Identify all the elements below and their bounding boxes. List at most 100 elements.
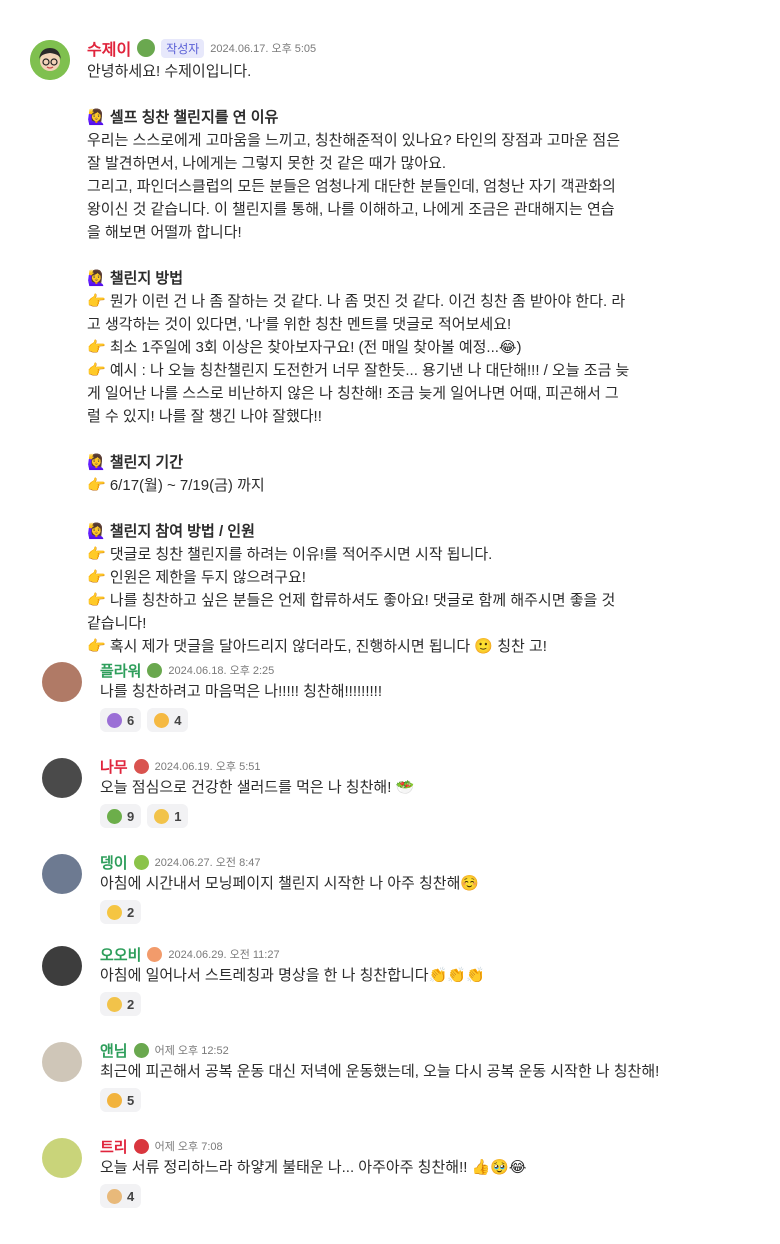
- author-avatar[interactable]: [30, 40, 70, 80]
- section-heading: 🙋‍♀️ 셀프 칭찬 챌린지를 연 이유: [87, 109, 279, 126]
- reaction-button[interactable]: 6: [100, 708, 142, 732]
- comment-body: 앤님 어제 오후 12:52 최근에 피곤해서 공복 운동 대신 저녁에 운동했는데…: [100, 1040, 760, 1112]
- post-line: 👉 나를 칭찬하고 싶은 분들은 언제 합류하셔도 좋아요! 댓글로 함께 해주…: [87, 592, 616, 609]
- reaction-bar: 91: [100, 804, 760, 828]
- reaction-count: 9: [127, 808, 135, 824]
- reaction-count: 4: [174, 712, 182, 728]
- commenter-name[interactable]: 트리: [100, 1136, 128, 1157]
- comment-timestamp: 2024.06.29. 오전 11:27: [168, 949, 280, 961]
- reaction-bar: 5: [100, 1088, 760, 1112]
- level-badge-icon: [133, 1042, 149, 1058]
- section-heading: 🙋‍♀️ 챌린지 기간: [87, 454, 184, 471]
- thumbs-up-icon: [107, 1188, 122, 1204]
- commenter-avatar[interactable]: [42, 1138, 82, 1178]
- level-badge-icon: [133, 854, 149, 870]
- comment-body: 플라워 2024.06.18. 오후 2:25 나를 칭찬하려고 마음먹은 나!!!…: [100, 660, 760, 732]
- post-body: 수제이 작성자 2024.06.17. 오후 5:05 안녕하세요! 수제이입니…: [87, 36, 727, 658]
- reaction-bar: 64: [100, 708, 760, 732]
- reaction-count: 1: [174, 808, 182, 824]
- level-badge-icon: [133, 1138, 149, 1154]
- level-badge-icon: [147, 662, 163, 678]
- heart-hands-icon: [107, 996, 122, 1012]
- author-name[interactable]: 수제이: [87, 36, 131, 60]
- post-line: 잘 발견하면서, 나에게는 그렇지 못한 것 같은 때가 많아요.: [87, 155, 447, 172]
- post-line: 왕이신 것 같습니다. 이 챌린지를 통해, 나를 이해하고, 나에게 조금은 …: [87, 201, 615, 218]
- comment-header: 오오비 2024.06.29. 오전 11:27: [100, 944, 760, 964]
- post-line: 👉 6/17(월) ~ 7/19(금) 까지: [87, 477, 265, 494]
- comment-timestamp: 어제 오후 7:08: [154, 1141, 223, 1153]
- post-line: 럴 수 있지! 나를 잘 챙긴 나야 잘했다!!: [87, 408, 322, 425]
- melon-badge-icon: [137, 39, 156, 57]
- commenter-avatar[interactable]: [42, 854, 82, 894]
- reaction-bar: 2: [100, 992, 760, 1016]
- level-badge-icon: [133, 758, 149, 774]
- reaction-button[interactable]: 4: [147, 708, 189, 732]
- comment-timestamp: 어제 오후 12:52: [154, 1045, 229, 1057]
- post-timestamp: 2024.06.17. 오후 5:05: [210, 43, 317, 55]
- comment-timestamp: 2024.06.27. 오전 8:47: [154, 857, 261, 869]
- commenter-avatar[interactable]: [42, 662, 82, 702]
- comment-text: 최근에 피곤해서 공복 운동 대신 저녁에 운동했는데, 오늘 다시 공복 운동…: [100, 1063, 660, 1080]
- level-badge-icon: [147, 946, 163, 962]
- reaction-bar: 4: [100, 1184, 760, 1208]
- reaction-count: 5: [127, 1092, 135, 1108]
- commenter-avatar[interactable]: [42, 758, 82, 798]
- smiling-face-icon: [154, 712, 170, 728]
- comment-text: 아침에 시간내서 모닝페이지 챌린지 시작한 나 아주 칭찬해☺️: [100, 875, 480, 892]
- salad-icon: [107, 808, 122, 824]
- comment-timestamp: 2024.06.19. 오후 5:51: [154, 761, 261, 773]
- post-line: 고 생각하는 것이 있다면, '나'를 위한 칭찬 멘트를 댓글로 적어보세요!: [87, 316, 512, 333]
- section-heading: 🙋‍♀️ 챌린지 방법: [87, 270, 184, 287]
- comment-body: 트리 어제 오후 7:08 오늘 서류 정리하느라 하얗게 불태운 나... 아주아…: [100, 1136, 760, 1208]
- commenter-name[interactable]: 나무: [100, 756, 128, 777]
- post-line: 👉 혹시 제가 댓글을 달아드리지 않더라도, 진행하시면 됩니다 🙂 칭찬 고…: [87, 638, 547, 655]
- reaction-count: 4: [127, 1188, 135, 1204]
- post-content: 안녕하세요! 수제이입니다. 🙋‍♀️ 셀프 칭찬 챌린지를 연 이유우리는 스스…: [87, 60, 727, 658]
- reaction-button[interactable]: 1: [147, 804, 189, 828]
- reaction-count: 6: [127, 712, 135, 728]
- post-line: 그리고, 파인더스클럽의 모든 분들은 엄청나게 대단한 분들인데, 엄청난 자…: [87, 178, 616, 195]
- commenter-name[interactable]: 앤님: [100, 1040, 128, 1061]
- post-line: 안녕하세요! 수제이입니다.: [87, 63, 252, 80]
- reaction-button[interactable]: 2: [100, 900, 142, 924]
- post-header: 수제이 작성자 2024.06.17. 오후 5:05: [87, 36, 727, 60]
- comment-text: 나를 칭찬하려고 마음먹은 나!!!!! 칭찬해!!!!!!!!!: [100, 683, 383, 700]
- reaction-button[interactable]: 9: [100, 804, 142, 828]
- comment-text: 아침에 일어나서 스트레칭과 명상을 한 나 칭찬합니다👏👏👏: [100, 967, 485, 984]
- reaction-count: 2: [127, 996, 135, 1012]
- comment-text: 오늘 서류 정리하느라 하얗게 불태운 나... 아주아주 칭찬해!! 👍🥹😂: [100, 1159, 527, 1176]
- purple-heart-icon: [107, 712, 122, 728]
- reaction-bar: 2: [100, 900, 760, 924]
- comment-body: 오오비 2024.06.29. 오전 11:27 아침에 일어나서 스트레칭과 명상…: [100, 944, 760, 1016]
- comment-header: 플라워 2024.06.18. 오후 2:25: [100, 660, 760, 680]
- comment-body: 나무 2024.06.19. 오후 5:51 오늘 점심으로 건강한 샐러드를 먹은…: [100, 756, 760, 828]
- post-line: 👉 인원은 제한을 두지 않으려구요!: [87, 569, 306, 586]
- comment-timestamp: 2024.06.18. 오후 2:25: [168, 665, 275, 677]
- post-line: 우리는 스스로에게 고마움을 느끼고, 칭찬해준적이 있나요? 타인의 장점과 …: [87, 132, 621, 149]
- commenter-avatar[interactable]: [42, 1042, 82, 1082]
- comment-body: 뎅이 2024.06.27. 오전 8:47 아침에 시간내서 모닝페이지 챌린지 …: [100, 852, 760, 924]
- commenter-name[interactable]: 오오비: [100, 944, 141, 965]
- post-line: 👉 최소 1주일에 3회 이상은 찾아보자구요! (전 매일 찾아볼 예정...…: [87, 339, 522, 356]
- reaction-button[interactable]: 4: [100, 1184, 142, 1208]
- post-line: 같습니다!: [87, 615, 147, 632]
- comment-header: 앤님 어제 오후 12:52: [100, 1040, 760, 1060]
- reaction-button[interactable]: 5: [100, 1088, 142, 1112]
- comment-header: 뎅이 2024.06.27. 오전 8:47: [100, 852, 760, 872]
- commenter-avatar[interactable]: [42, 946, 82, 986]
- post-line: 👉 예시 : 나 오늘 칭찬챌린지 도전한거 너무 잘한듯... 용기낸 나 대…: [87, 362, 630, 379]
- comment-header: 트리 어제 오후 7:08: [100, 1136, 760, 1156]
- reaction-button[interactable]: 2: [100, 992, 142, 1016]
- commenter-name[interactable]: 뎅이: [100, 852, 128, 873]
- comment-header: 나무 2024.06.19. 오후 5:51: [100, 756, 760, 776]
- comment-text: 오늘 점심으로 건강한 샐러드를 먹은 나 칭찬해! 🥗: [100, 779, 415, 796]
- commenter-name[interactable]: 플라워: [100, 660, 141, 681]
- section-heading: 🙋‍♀️ 챌린지 참여 방법 / 인원: [87, 523, 255, 540]
- heart-hands-icon: [154, 808, 170, 824]
- flexed-biceps-icon: [107, 1092, 122, 1108]
- post-line: 게 일어난 나를 스스로 비난하지 않은 나 칭찬해! 조금 늦게 일어나면 어…: [87, 385, 619, 402]
